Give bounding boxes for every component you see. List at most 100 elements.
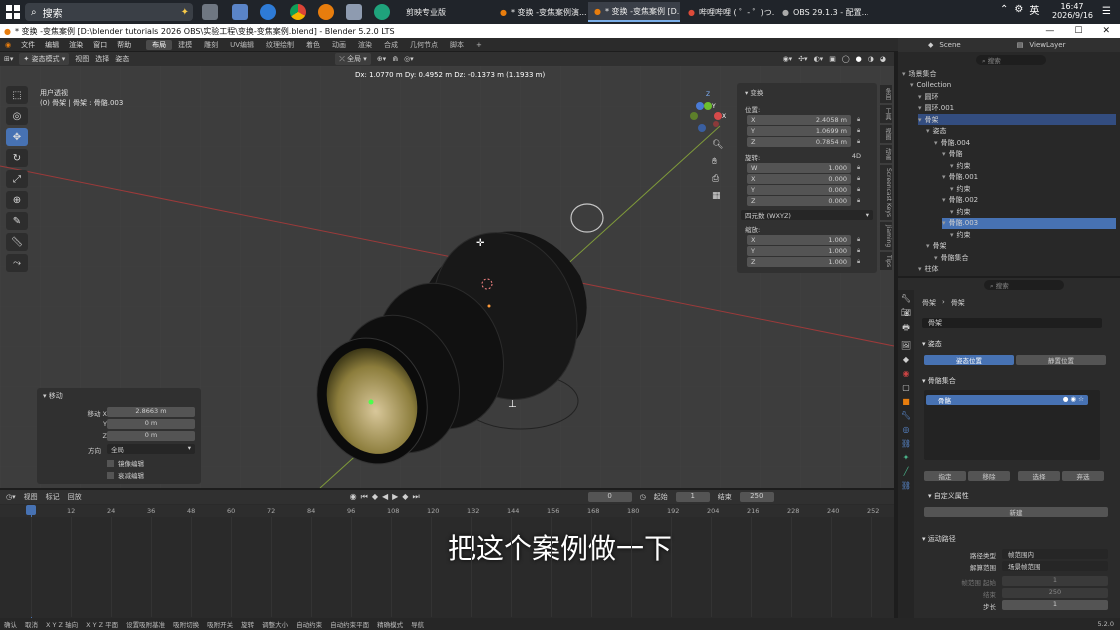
rotation-y-field[interactable]: Y 0.000 [747,185,851,195]
taskbar-search[interactable]: ⌕ 搜索 ✦ [25,3,193,21]
scale-z-field[interactable]: Z 1.000 [747,257,851,267]
rotation-w-field[interactable]: W 1.000 [747,163,851,173]
ime-indicator[interactable]: 英 [1029,2,1039,17]
calc-range-select[interactable]: 场景帧范围 [1002,561,1108,571]
deselect-button[interactable]: 弃选 [1062,471,1104,481]
app-icon[interactable] [346,4,362,20]
tab-uv-editing[interactable]: UV编辑 [224,40,260,50]
object-tab-icon[interactable]: ■ [902,397,910,406]
select-box-tool-icon[interactable]: ⬚ [6,86,28,104]
transform-tool-icon[interactable]: ⊕ [6,191,28,209]
assign-button[interactable]: 指定 [924,471,966,481]
taskbar-tab-bilibili[interactable]: ● 哔哩哔哩 ( ゜- ゜)つ... [682,2,774,22]
move-x-field[interactable]: 2.8663 m [107,407,195,417]
shading-material-icon[interactable]: ◑ [868,55,874,63]
outliner-item[interactable]: ▾ 骨骼集合 [934,252,1116,263]
tab-jiaming[interactable]: Jiaming [880,222,892,251]
outliner-item[interactable]: ▾ 约束 [950,229,1116,240]
outliner-item[interactable]: ▾ 骨骼 [942,149,1116,160]
outliner-item[interactable]: ▾ 骨骼.001 [942,172,1116,183]
section-bone-collections[interactable]: ▾ 骨骼集合 [922,376,956,386]
outliner-item[interactable]: ▾ 圆环.001 [918,103,1116,114]
snap-icon[interactable]: ⋒ [392,55,398,63]
shading-solid-icon[interactable]: ● [856,55,862,63]
properties-search-input[interactable]: ⌕ 搜索 [984,280,1064,290]
play-icon[interactable]: ▶ [392,492,398,502]
taskbar-tab-blender-1[interactable]: ● * 变换 -变焦案例演... [494,2,586,22]
location-x-field[interactable]: X 2.4058 m [747,115,851,125]
bone-collection-item[interactable]: 骨骼 ● ◉ ☆ [926,395,1088,405]
overlay-icon[interactable]: ◐▾ [814,55,824,63]
menu-file[interactable]: 文件 [16,40,40,50]
pose-tool-icon[interactable]: ⤳ [6,254,28,272]
lock-icon[interactable]: 🔒︎ [857,236,860,244]
tab-layout[interactable]: 布局 [146,39,173,50]
blender-menu-icon[interactable]: ◉ [0,41,16,49]
bone-tab-icon[interactable]: ╱ [904,467,909,476]
tab-item[interactable]: 条目 [880,85,892,103]
menu-render[interactable]: 渲染 [64,40,88,50]
pivot-icon[interactable]: ⊕▾ [377,55,386,63]
orientation-select[interactable]: 全局 ▾ [107,444,195,454]
mode-dropdown[interactable]: ✦ 姿态模式 ▾ [19,53,70,65]
outliner-item[interactable]: ▾ 骨架 [918,114,1116,125]
rotation-x-field[interactable]: X 0.000 [747,174,851,184]
clock[interactable]: 16:47 2026/9/16 [1052,2,1093,20]
lock-icon[interactable]: 🔒︎ [857,247,860,255]
outliner-item[interactable]: ▾ 圆环 [918,91,1116,102]
location-y-field[interactable]: Y 1.0699 m [747,126,851,136]
rest-position-button[interactable]: 静置位置 [1016,355,1106,365]
tool-tab-icon[interactable]: 🔧︎ [901,294,911,303]
minimize-icon[interactable]: — [1045,26,1054,36]
constraint-tab-icon[interactable]: ⛓ [901,439,911,448]
shading-render-icon[interactable]: ◕ [880,55,886,63]
edge-icon[interactable] [374,4,390,20]
section-custom-properties[interactable]: ▾ 自定义属性 [928,491,969,501]
maximize-icon[interactable]: ☐ [1074,26,1082,36]
outliner-search-input[interactable]: ⌕ 搜索 [976,55,1046,65]
timeline-ruler[interactable]: 0122436486072849610812013214415616818019… [0,505,894,517]
remove-button[interactable]: 移除 [968,471,1010,481]
ortho-grid-icon[interactable]: ▦ [712,191,723,201]
menu-help[interactable]: 帮助 [112,40,136,50]
datablock-field[interactable]: 骨架 [922,318,1102,328]
taskbar-tab-obs[interactable]: ● OBS 29.1.3 - 配置... [776,2,868,22]
prev-key-icon[interactable]: ◆ [372,492,378,502]
menu-window[interactable]: 窗口 [88,40,112,50]
outliner-item[interactable]: ▾ Collection [910,80,1116,91]
select-button[interactable]: 选择 [1018,471,1060,481]
collection-tab-icon[interactable]: ▢ [902,383,910,392]
outliner-item[interactable]: ▾ 骨骼.004 [934,137,1116,148]
new-property-button[interactable]: 新建 [924,507,1108,517]
annotate-tool-icon[interactable]: ✎ [6,212,28,230]
tab-compositing[interactable]: 合成 [378,40,404,50]
jump-start-icon[interactable]: ⏮ [361,492,368,502]
tab-modeling[interactable]: 建模 [172,40,198,50]
menu-marker[interactable]: 标记 [46,492,60,502]
cursor-tool-icon[interactable]: ◎ [6,107,28,125]
scene-selector[interactable]: Scene [939,41,960,49]
xray-icon[interactable]: ▣ [829,55,836,63]
menu-view[interactable]: 视图 [24,492,38,502]
scale-tool-icon[interactable]: ⤢ [6,170,28,188]
shading-wire-icon[interactable]: ◯ [842,55,850,63]
mirror-checkbox[interactable]: 镜像编辑 [107,458,144,468]
outliner-item[interactable]: ▾ 骨骼.002 [942,195,1116,206]
jump-end-icon[interactable]: ⏭ [412,492,419,502]
record-icon[interactable]: ◉ [350,492,357,502]
end-frame-field[interactable]: 250 [739,492,774,502]
settings-icon[interactable]: ⚙ [1014,4,1023,15]
next-key-icon[interactable]: ◆ [402,492,408,502]
blender-icon[interactable] [318,4,334,20]
calculator-icon[interactable] [232,4,248,20]
outliner-item[interactable]: ▾ 场景集合 [902,68,1116,79]
editor-type-icon[interactable]: ⊞▾ [4,55,13,63]
viewlayer-selector[interactable]: ViewLayer [1029,41,1065,49]
location-z-field[interactable]: Z 0.7854 m [747,137,851,147]
start-icon[interactable] [6,5,20,19]
tab-tips[interactable]: Tips [880,252,892,271]
menu-select[interactable]: 选择 [95,54,109,64]
lock-icon[interactable]: 🔒︎ [857,186,860,194]
menu-edit[interactable]: 编辑 [40,40,64,50]
ie-icon[interactable] [260,4,276,20]
